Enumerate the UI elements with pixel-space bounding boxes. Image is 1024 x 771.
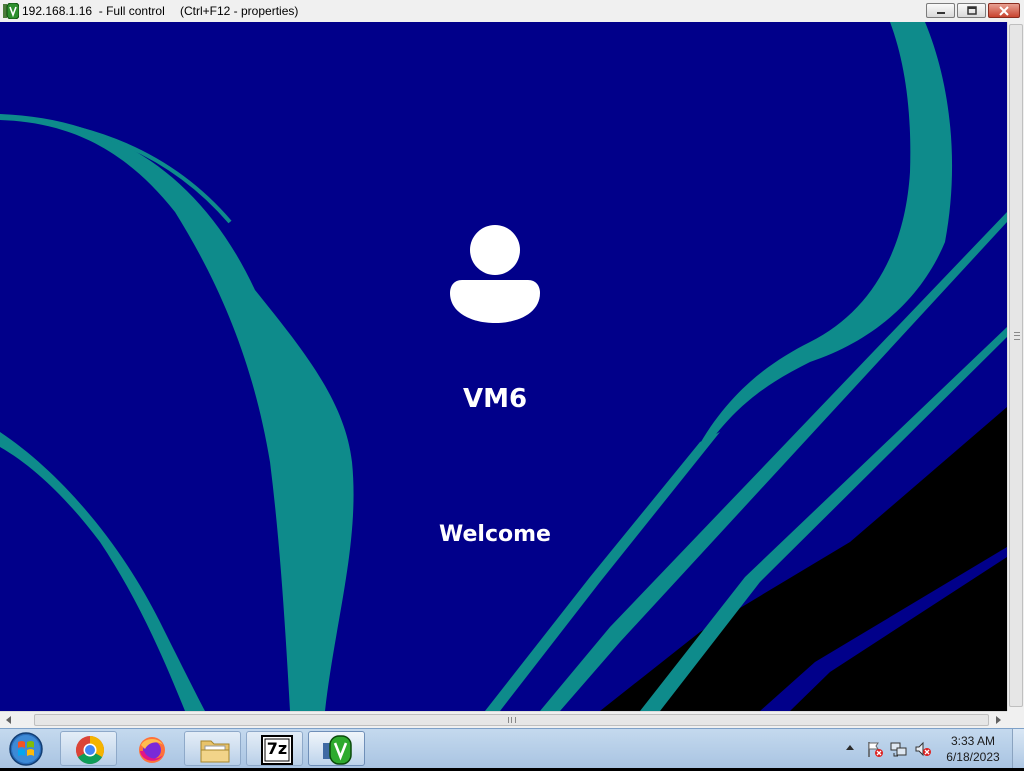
taskbar-7zip[interactable]: 7z bbox=[246, 731, 303, 766]
welcome-status: Welcome bbox=[439, 522, 551, 547]
system-clock[interactable]: 3:33 AM 6/18/2023 bbox=[938, 733, 1008, 765]
folder-icon bbox=[200, 740, 230, 763]
clock-time: 3:33 AM bbox=[950, 734, 996, 748]
maximize-icon bbox=[967, 6, 977, 15]
chrome-icon bbox=[76, 736, 104, 764]
volume-muted-icon[interactable] bbox=[914, 740, 932, 758]
taskbar-chrome[interactable] bbox=[60, 731, 117, 766]
vertical-scroll-thumb[interactable] bbox=[1009, 24, 1023, 707]
scroll-right-icon[interactable] bbox=[993, 715, 1003, 725]
scroll-left-icon[interactable] bbox=[4, 715, 14, 725]
firefox-icon bbox=[139, 737, 165, 763]
close-button[interactable] bbox=[988, 3, 1020, 18]
show-desktop-button[interactable] bbox=[1012, 729, 1024, 768]
scrollbar-corner bbox=[1007, 711, 1024, 728]
minimize-icon bbox=[937, 12, 945, 14]
close-icon bbox=[999, 6, 1009, 16]
maximize-button[interactable] bbox=[957, 3, 986, 18]
window-title: 192.168.1.16 - Full control bbox=[22, 4, 165, 18]
horizontal-scroll-thumb[interactable] bbox=[34, 714, 989, 726]
horizontal-scrollbar[interactable] bbox=[0, 711, 1007, 728]
grip-icon bbox=[508, 717, 516, 723]
vertical-scrollbar[interactable] bbox=[1007, 22, 1024, 711]
lock-screen-wallpaper bbox=[0, 22, 1007, 711]
user-name: VM6 bbox=[462, 384, 528, 414]
windows-logo-icon bbox=[9, 732, 43, 766]
7zip-label: 7z bbox=[266, 739, 288, 758]
action-center-flag-icon[interactable] bbox=[866, 740, 884, 758]
clock-date: 6/18/2023 bbox=[946, 750, 1000, 764]
remote-desktop-screen[interactable]: VM6 Welcome bbox=[0, 22, 1007, 711]
user-silhouette-icon bbox=[450, 225, 540, 323]
taskbar-remote-control[interactable] bbox=[308, 731, 365, 766]
taskbar-file-explorer[interactable] bbox=[184, 731, 241, 766]
minimize-button[interactable] bbox=[926, 3, 955, 18]
taskbar: 7z 3:33 AM 6/18/2023 bbox=[0, 728, 1024, 768]
taskbar-firefox[interactable] bbox=[122, 731, 179, 766]
start-button[interactable] bbox=[4, 730, 48, 767]
grip-icon bbox=[1014, 332, 1020, 340]
window-title-bar[interactable]: 192.168.1.16 - Full control (Ctrl+F12 - … bbox=[0, 0, 1024, 23]
properties-shortcut-hint: (Ctrl+F12 - properties) bbox=[180, 4, 299, 18]
remote-control-v-icon[interactable] bbox=[3, 2, 20, 20]
show-hidden-icons-arrow[interactable] bbox=[845, 743, 855, 751]
remote-control-v-icon bbox=[323, 735, 352, 765]
network-icon[interactable] bbox=[890, 740, 908, 758]
user-avatar bbox=[450, 223, 540, 327]
